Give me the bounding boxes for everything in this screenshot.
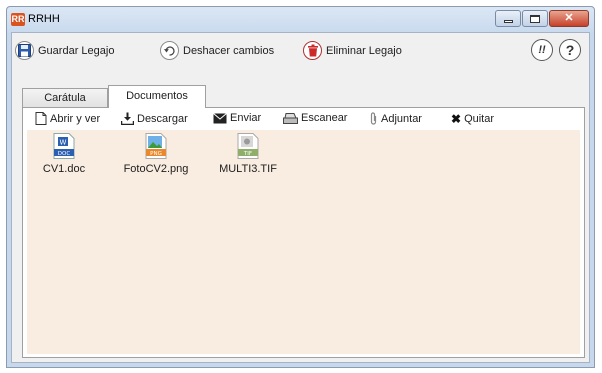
tab-caratula[interactable]: Carátula [22,88,108,107]
file-item[interactable]: TIF MULTI3.TIF [213,133,283,175]
word-doc-icon: W DOC [52,133,76,159]
maximize-button[interactable] [522,10,548,27]
svg-text:TIF: TIF [243,151,252,157]
quitar-button[interactable]: ✖ Quitar [451,112,494,126]
paperclip-icon [370,112,377,125]
abrir-y-ver-button[interactable]: Abrir y ver [35,112,100,125]
quitar-label: Quitar [464,113,495,125]
open-document-icon [35,112,47,125]
close-icon: ✕ [564,12,574,24]
enviar-button[interactable]: Enviar [213,112,261,124]
adjuntar-button[interactable]: Adjuntar [369,112,422,125]
guardar-legajo-label: Guardar Legajo [38,44,115,57]
svg-text:PNG: PNG [150,151,162,157]
deshacer-cambios-button[interactable]: Deshacer cambios [160,41,274,60]
tab-documentos[interactable]: Documentos [108,85,206,108]
descargar-label: Descargar [137,112,188,125]
file-name: FotoCV2.png [123,163,189,175]
descargar-button[interactable]: Descargar [121,112,188,125]
svg-text:W: W [60,139,67,147]
app-window: RR RRHH ✕ Guardar Legajo Deshacer cambio… [6,6,595,368]
escanear-label: Escanear [301,112,348,124]
file-item[interactable]: PNG FotoCV2.png [121,133,191,175]
tif-image-icon: TIF [236,133,260,159]
file-list[interactable]: W DOC CV1.doc PNG FotoCV2.png TIF MULTI3… [27,130,580,354]
svg-text:DOC: DOC [58,151,71,157]
close-button[interactable]: ✕ [549,10,589,27]
title-bar[interactable]: RR RRHH ✕ [7,7,594,31]
documentos-panel: Abrir y ver Descargar Enviar Escanear Ad… [22,107,585,358]
download-icon [121,112,134,125]
minimize-button[interactable] [495,10,521,27]
info-button[interactable]: !! [531,39,553,61]
escanear-button[interactable]: Escanear [283,112,347,124]
save-icon [15,41,34,60]
remove-x-icon: ✖ [451,112,462,126]
envelope-icon [213,112,227,123]
app-icon: RR [11,13,25,26]
eliminar-legajo-button[interactable]: Eliminar Legajo [303,41,402,60]
adjuntar-label: Adjuntar [381,112,422,125]
window-title: RRHH [28,13,60,25]
scanner-icon [283,112,298,124]
file-item[interactable]: W DOC CV1.doc [29,133,99,175]
enviar-label: Enviar [230,112,262,124]
file-name: CV1.doc [42,163,86,175]
main-toolbar: Guardar Legajo Deshacer cambios Eliminar… [12,33,589,67]
abrir-y-ver-label: Abrir y ver [50,112,101,125]
undo-icon [160,41,179,60]
file-name: MULTI3.TIF [219,163,277,175]
client-area: Guardar Legajo Deshacer cambios Eliminar… [11,32,590,363]
deshacer-cambios-label: Deshacer cambios [183,44,275,57]
eliminar-legajo-label: Eliminar Legajo [326,44,402,57]
minimize-icon [503,19,513,23]
help-button[interactable]: ? [559,39,581,61]
guardar-legajo-button[interactable]: Guardar Legajo [15,41,114,60]
maximize-icon [530,14,540,23]
documents-toolbar: Abrir y ver Descargar Enviar Escanear Ad… [23,108,584,130]
trash-icon [303,41,322,60]
png-image-icon: PNG [144,133,168,159]
window-controls: ✕ [494,10,589,27]
